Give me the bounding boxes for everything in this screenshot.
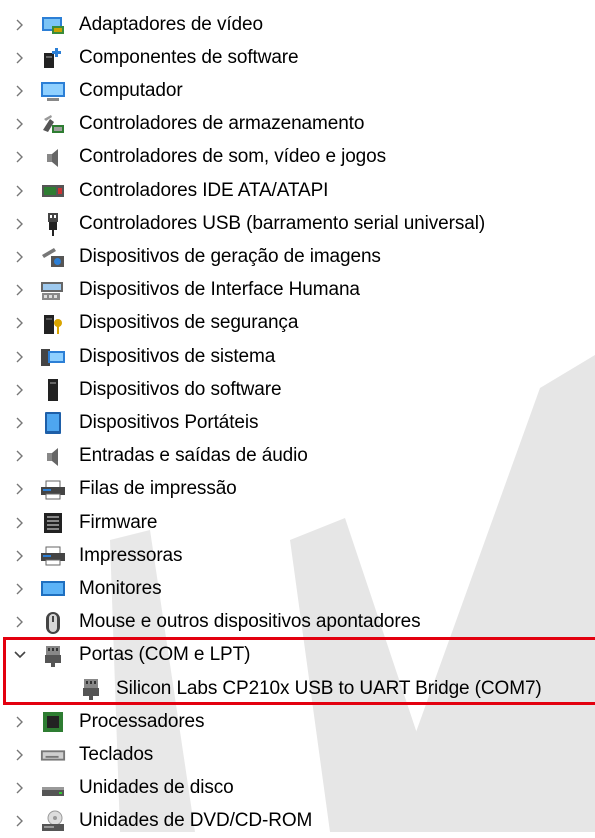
highlight-box bbox=[3, 637, 595, 705]
tree-item-impressoras[interactable]: Impressoras bbox=[0, 539, 595, 572]
tree-item-label: Dispositivos do software bbox=[79, 378, 282, 400]
tree-item-firmware[interactable]: Firmware bbox=[0, 506, 595, 539]
chevron-right-icon[interactable] bbox=[12, 705, 28, 738]
chevron-right-icon[interactable] bbox=[12, 738, 28, 771]
tree-item-controladores-usb-barramento-serial-universal[interactable]: Controladores USB (barramento serial uni… bbox=[0, 207, 595, 240]
tree-item-computador[interactable]: Computador bbox=[0, 74, 595, 107]
software-component-icon bbox=[40, 45, 66, 71]
chevron-right-icon[interactable] bbox=[12, 473, 28, 506]
tree-item-unidades-de-dvd-cd-rom[interactable]: Unidades de DVD/CD-ROM bbox=[0, 805, 595, 838]
tree-item-processadores[interactable]: Processadores bbox=[0, 705, 595, 738]
tree-item-label: Dispositivos Portáteis bbox=[79, 411, 259, 433]
chevron-right-icon[interactable] bbox=[12, 207, 28, 240]
portable-device-icon bbox=[40, 410, 66, 436]
tree-item-controladores-de-armazenamento[interactable]: Controladores de armazenamento bbox=[0, 108, 595, 141]
tree-item-label: Adaptadores de vídeo bbox=[79, 13, 263, 35]
tree-item-label: Dispositivos de geração de imagens bbox=[79, 245, 381, 267]
chevron-right-icon[interactable] bbox=[12, 373, 28, 406]
monitor-icon bbox=[40, 576, 66, 602]
tree-item-monitores[interactable]: Monitores bbox=[0, 572, 595, 605]
chevron-right-icon[interactable] bbox=[12, 340, 28, 373]
tree-item-label: Controladores IDE ATA/ATAPI bbox=[79, 179, 329, 201]
keyboard-icon bbox=[40, 742, 66, 768]
chevron-right-icon[interactable] bbox=[12, 572, 28, 605]
chevron-right-icon[interactable] bbox=[12, 440, 28, 473]
tree-item-label: Dispositivos de Interface Humana bbox=[79, 279, 360, 301]
tree-item-label: Teclados bbox=[79, 743, 154, 765]
tree-item-label: Filas de impressão bbox=[79, 478, 237, 500]
tree-item-dispositivos-portateis[interactable]: Dispositivos Portáteis bbox=[0, 406, 595, 439]
speaker-icon bbox=[40, 145, 66, 171]
display-adapter-icon bbox=[40, 12, 66, 38]
tree-item-label: Controladores USB (barramento serial uni… bbox=[79, 212, 486, 234]
tree-item-dispositivos-de-seguranca[interactable]: Dispositivos de segurança bbox=[0, 307, 595, 340]
tree-item-adaptadores-de-video[interactable]: Adaptadores de vídeo bbox=[0, 8, 595, 41]
chevron-right-icon[interactable] bbox=[12, 406, 28, 439]
tree-item-label: Controladores de som, vídeo e jogos bbox=[79, 146, 387, 168]
tree-item-dispositivos-do-software[interactable]: Dispositivos do software bbox=[0, 373, 595, 406]
tree-item-label: Entradas e saídas de áudio bbox=[79, 445, 308, 467]
tree-item-label: Computador bbox=[79, 79, 183, 101]
tree-item-controladores-de-som-video-e-jogos[interactable]: Controladores de som, vídeo e jogos bbox=[0, 141, 595, 174]
chevron-right-icon[interactable] bbox=[12, 539, 28, 572]
printer-icon bbox=[40, 543, 66, 569]
tree-item-label: Componentes de software bbox=[79, 46, 299, 68]
printer-icon bbox=[40, 477, 66, 503]
chevron-right-icon[interactable] bbox=[12, 805, 28, 838]
tree-item-label: Impressoras bbox=[79, 544, 183, 566]
tree-item-label: Controladores de armazenamento bbox=[79, 113, 365, 135]
chevron-right-icon[interactable] bbox=[12, 8, 28, 41]
chevron-right-icon[interactable] bbox=[12, 606, 28, 639]
tree-item-label: Firmware bbox=[79, 511, 158, 533]
usb-icon bbox=[40, 211, 66, 237]
chevron-right-icon[interactable] bbox=[12, 240, 28, 273]
storage-controller-icon bbox=[40, 112, 66, 138]
tree-item-label: Unidades de DVD/CD-ROM bbox=[79, 810, 313, 832]
tree-item-label: Monitores bbox=[79, 577, 162, 599]
chevron-right-icon[interactable] bbox=[12, 772, 28, 805]
tree-item-label: Unidades de disco bbox=[79, 777, 234, 799]
chevron-right-icon[interactable] bbox=[12, 41, 28, 74]
tree-item-filas-de-impressao[interactable]: Filas de impressão bbox=[0, 473, 595, 506]
chevron-right-icon[interactable] bbox=[12, 108, 28, 141]
tree-item-unidades-de-disco[interactable]: Unidades de disco bbox=[0, 772, 595, 805]
speaker-icon bbox=[40, 444, 66, 470]
software-device-icon bbox=[40, 377, 66, 403]
chevron-right-icon[interactable] bbox=[12, 74, 28, 107]
firmware-icon bbox=[40, 510, 66, 536]
tree-item-dispositivos-de-interface-humana[interactable]: Dispositivos de Interface Humana bbox=[0, 274, 595, 307]
chevron-right-icon[interactable] bbox=[12, 174, 28, 207]
ide-controller-icon bbox=[40, 178, 66, 204]
tree-item-teclados[interactable]: Teclados bbox=[0, 738, 595, 771]
mouse-icon bbox=[40, 610, 66, 636]
system-devices-icon bbox=[40, 344, 66, 370]
tree-item-label: Mouse e outros dispositivos apontadores bbox=[79, 611, 421, 633]
processor-icon bbox=[40, 709, 66, 735]
chevron-right-icon[interactable] bbox=[12, 274, 28, 307]
tree-item-dispositivos-de-sistema[interactable]: Dispositivos de sistema bbox=[0, 340, 595, 373]
disk-drive-icon bbox=[40, 776, 66, 802]
tree-item-dispositivos-de-geracao-de-imagens[interactable]: Dispositivos de geração de imagens bbox=[0, 240, 595, 273]
tree-item-label: Dispositivos de segurança bbox=[79, 312, 299, 334]
tree-item-label: Processadores bbox=[79, 710, 205, 732]
tree-item-controladores-ide-ata-atapi[interactable]: Controladores IDE ATA/ATAPI bbox=[0, 174, 595, 207]
chevron-right-icon[interactable] bbox=[12, 141, 28, 174]
chevron-right-icon[interactable] bbox=[12, 506, 28, 539]
security-key-icon bbox=[40, 311, 66, 337]
dvd-drive-icon bbox=[40, 809, 66, 835]
tree-item-entradas-e-saidas-de-audio[interactable]: Entradas e saídas de áudio bbox=[0, 440, 595, 473]
chevron-right-icon[interactable] bbox=[12, 307, 28, 340]
hid-icon bbox=[40, 278, 66, 304]
tree-item-componentes-de-software[interactable]: Componentes de software bbox=[0, 41, 595, 74]
computer-icon bbox=[40, 78, 66, 104]
tree-item-mouse-e-outros-dispositivos-apontadores[interactable]: Mouse e outros dispositivos apontadores bbox=[0, 606, 595, 639]
camera-icon bbox=[40, 244, 66, 270]
tree-item-label: Dispositivos de sistema bbox=[79, 345, 276, 367]
